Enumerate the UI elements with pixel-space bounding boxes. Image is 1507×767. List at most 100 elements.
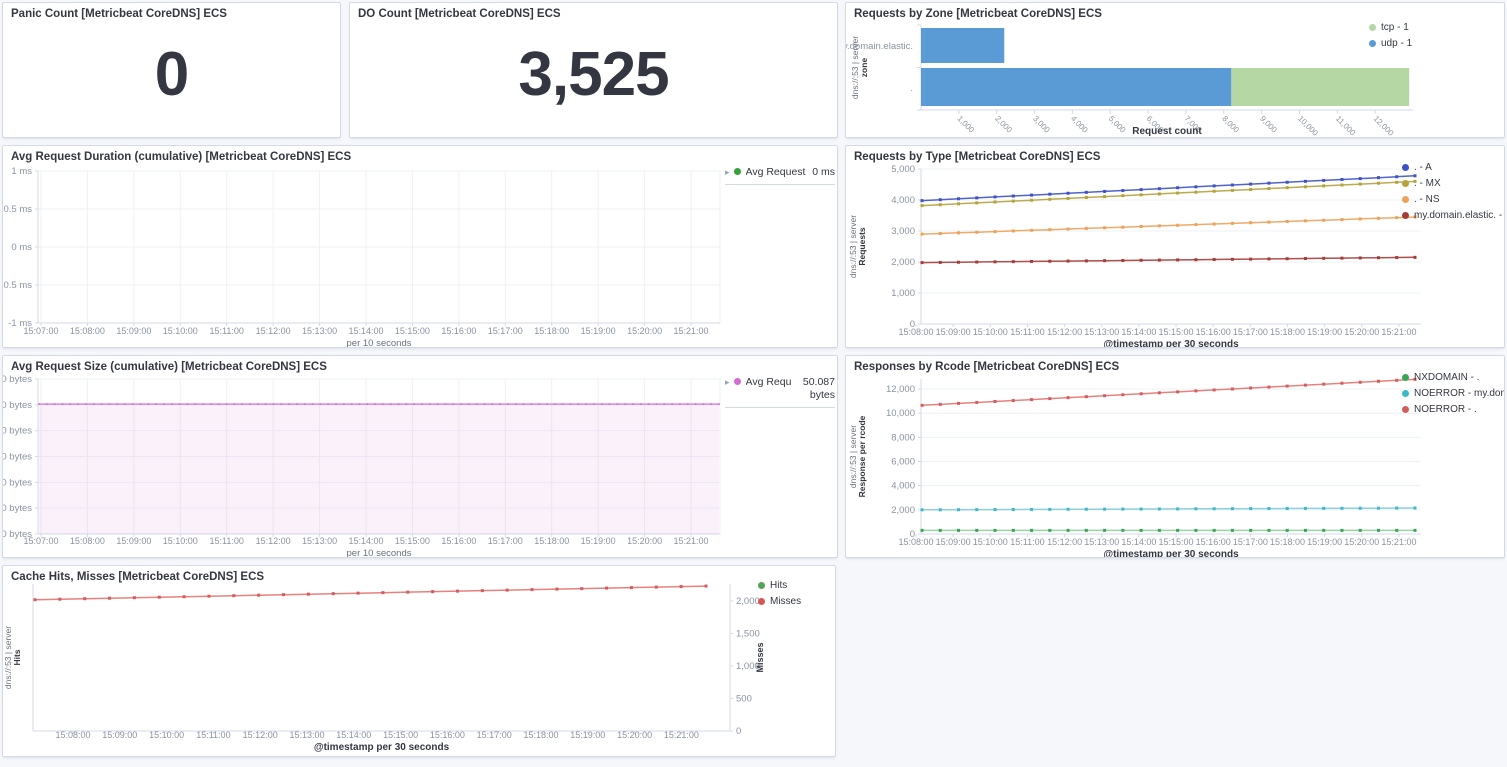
legend-item[interactable]: tcp - 1	[1369, 22, 1412, 33]
panel-title-avg-request-size[interactable]: Avg Request Size (cumulative) [Metricbea…	[3, 356, 837, 378]
bar-segment[interactable]	[921, 68, 1231, 106]
legend-item[interactable]: NOERROR - my.dom...	[1402, 388, 1504, 399]
x-tick-label: 15:14:00	[1121, 327, 1156, 337]
x-tick-label: 15:11:00	[1010, 327, 1044, 337]
x-tick-label: 15:14:00	[336, 730, 371, 740]
x-tick-label: 15:19:00	[581, 536, 616, 546]
panel-do-count: DO Count [Metricbeat CoreDNS] ECS 3,525	[349, 2, 838, 138]
x-tick-label: 15:21:00	[664, 730, 699, 740]
legend-label: NOERROR - .	[1414, 404, 1477, 415]
legend-item[interactable]: ▸Avg Request Dura...0 ms	[725, 166, 835, 185]
avg-request-size-chart[interactable]: 0 bytes10 bytes20 bytes30 bytes40 bytes5…	[3, 356, 837, 557]
x-tick-label: 15:21:00	[1381, 327, 1416, 337]
chevron-right-icon[interactable]: ▸	[725, 167, 730, 178]
avg-request-duration-chart[interactable]: 1 ms0.5 ms0 ms-0.5 ms-1 ms15:07:0015:08:…	[3, 146, 837, 347]
right-axis-title: Misses	[755, 642, 765, 672]
legend-item[interactable]: Misses	[758, 596, 801, 607]
legend-dot-icon	[734, 378, 741, 385]
x-tick-label: 15:20:00	[1344, 327, 1379, 337]
legend-item[interactable]: . - NS	[1402, 194, 1504, 205]
legend-label: NOERROR - my.dom...	[1414, 388, 1504, 399]
y-tick-label: 0.5 ms	[3, 204, 32, 215]
x-tick-label: 15:10:00	[973, 327, 1008, 337]
x-tick-label: 15:20:00	[627, 326, 662, 336]
x-tick-label: 15:19:00	[581, 326, 616, 336]
legend-item[interactable]: NOERROR - .	[1402, 404, 1504, 415]
x-tick-label: 15:12:00	[256, 536, 291, 546]
x-tick-label: 15:10:00	[163, 536, 198, 546]
x-tick-label: 15:19:00	[570, 730, 605, 740]
right-tick-label: 1,500	[736, 629, 760, 640]
legend-item[interactable]: NXDOMAIN - .	[1402, 372, 1504, 383]
y-tick-label: 2,000	[891, 505, 915, 516]
x-tick-label: 15:20:00	[1344, 537, 1379, 547]
x-tick-label: 15:13:00	[1084, 327, 1119, 337]
x-tick-label: 15:21:00	[1381, 537, 1416, 547]
legend-item[interactable]: . - A	[1402, 162, 1504, 173]
x-tick-label: 15:10:00	[163, 326, 198, 336]
chart-legend: Hits Misses	[758, 580, 801, 612]
x-tick-label: 15:16:00	[441, 536, 476, 546]
legend-item[interactable]: my.domain.elastic. - A	[1402, 210, 1504, 221]
legend-dot-icon	[1402, 390, 1409, 397]
svg-text:Misses: Misses	[755, 642, 765, 672]
chevron-right-icon[interactable]: ▸	[725, 377, 730, 388]
x-tick-label: 15:12:00	[1047, 537, 1082, 547]
x-tick-label: 15:09:00	[102, 730, 137, 740]
legend-label: . - A	[1414, 162, 1432, 173]
legend-dot-icon	[1402, 180, 1409, 187]
x-tick-label: 15:11:00	[1010, 537, 1044, 547]
x-tick-label: 15:09:00	[936, 537, 971, 547]
legend-label: my.domain.elastic. - A	[1414, 210, 1504, 221]
y-axis-title: dns://:53 | serverHits	[3, 626, 22, 689]
metric-value-do-count: 3,525	[350, 39, 837, 110]
y-tick-label: -0.5 ms	[3, 280, 32, 291]
x-tick-label: 10,000	[1296, 114, 1320, 138]
y-tick-label: 2,000	[891, 257, 915, 268]
x-tick-label: 5,000	[1107, 114, 1128, 135]
bar-segment[interactable]	[1231, 68, 1409, 106]
x-tick-label: 15:10:00	[149, 730, 184, 740]
x-tick-label: 15:18:00	[1270, 537, 1305, 547]
legend-item[interactable]: ▸Avg Request ...50.087 bytes	[725, 376, 835, 408]
x-axis-title: @timestamp per 30 seconds	[314, 742, 450, 753]
x-tick-label: 15:17:00	[477, 730, 512, 740]
panel-title-panic-count[interactable]: Panic Count [Metricbeat CoreDNS] ECS	[3, 3, 340, 25]
legend-dot-icon	[1402, 164, 1409, 171]
panel-avg-request-duration: Avg Request Duration (cumulative) [Metri…	[2, 145, 838, 348]
y-tick-label: 4,000	[891, 195, 915, 206]
x-tick-label: 8,000	[1220, 114, 1241, 135]
y-tick-label: 4,000	[891, 481, 915, 492]
panel-avg-request-size: Avg Request Size (cumulative) [Metricbea…	[2, 355, 838, 558]
category-label: .	[910, 83, 913, 94]
y-tick-label: 50 bytes	[3, 400, 32, 411]
x-tick-label: 11,000	[1334, 114, 1358, 138]
x-axis-title: @timestamp per 30 seconds	[1103, 339, 1239, 348]
legend-dot-icon	[1369, 24, 1376, 31]
x-tick-label: 15:07:00	[23, 326, 58, 336]
legend-label: Hits	[770, 580, 787, 591]
x-tick-label: 15:07:00	[23, 536, 58, 546]
legend-dot-icon	[758, 598, 765, 605]
cache-hits-misses-chart[interactable]: 05001,0001,5002,000Misses15:08:0015:09:0…	[3, 566, 835, 756]
panel-requests-by-type: Requests by Type [Metricbeat CoreDNS] EC…	[845, 145, 1505, 348]
y-tick-label: 3,000	[891, 226, 915, 237]
legend-item[interactable]: udp - 1	[1369, 38, 1412, 49]
x-tick-label: 15:15:00	[1159, 327, 1194, 337]
legend-item[interactable]: Hits	[758, 580, 801, 591]
x-tick-label: 15:08:00	[898, 537, 933, 547]
x-tick-label: 15:18:00	[523, 730, 558, 740]
y-tick-label: 0 ms	[11, 242, 32, 253]
x-tick-label: 15:19:00	[1307, 327, 1342, 337]
panel-title-cache-hits-misses[interactable]: Cache Hits, Misses [Metricbeat CoreDNS] …	[3, 566, 835, 588]
legend-label: Avg Request Dura...	[746, 166, 809, 178]
bar-segment[interactable]	[921, 28, 1004, 63]
panel-title-avg-request-duration[interactable]: Avg Request Duration (cumulative) [Metri…	[3, 146, 837, 168]
x-tick-label: 15:14:00	[348, 536, 383, 546]
legend-dot-icon	[758, 582, 765, 589]
x-tick-label: 15:18:00	[1270, 327, 1305, 337]
chart-legend: tcp - 1 udp - 1	[1369, 22, 1412, 54]
legend-item[interactable]: . - MX	[1402, 178, 1504, 189]
panel-title-do-count[interactable]: DO Count [Metricbeat CoreDNS] ECS	[350, 3, 837, 25]
x-tick-label: 15:15:00	[395, 326, 430, 336]
